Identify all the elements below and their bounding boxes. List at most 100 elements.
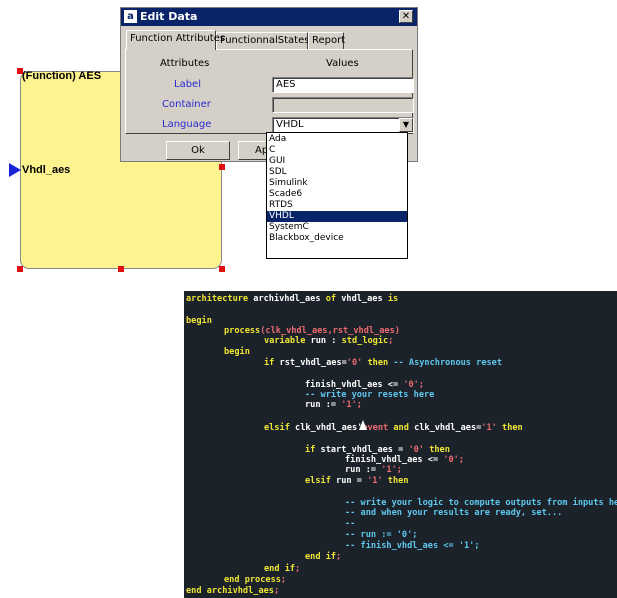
container-value-input[interactable] (272, 97, 414, 113)
code-token: then (362, 358, 389, 368)
code-line: begin (186, 316, 212, 327)
language-row-label: Language (162, 119, 212, 130)
code-token: architecture (186, 294, 249, 304)
code-token: std_logic (341, 336, 389, 346)
resize-handle-bottom-middle[interactable] (118, 266, 124, 272)
language-option[interactable]: GUI (267, 156, 407, 167)
code-token: elsif (264, 423, 290, 433)
code-line: end if; (264, 564, 300, 575)
code-token: rst_vhdl_aes= (274, 358, 347, 368)
chevron-down-icon[interactable]: ▼ (399, 118, 413, 132)
code-token: if (305, 445, 316, 455)
label-row-label: Label (174, 79, 201, 90)
code-token: -- write your resets here (305, 390, 435, 400)
language-select-value: VHDL (276, 119, 304, 130)
resize-handle-bottom-left[interactable] (17, 266, 23, 272)
language-option[interactable]: Ada (267, 134, 407, 145)
code-line: -- finish_vhdl_aes <= '1'; (345, 541, 480, 552)
code-token: '1' (481, 423, 497, 433)
app-icon: a (124, 10, 137, 23)
code-token: and (388, 423, 409, 433)
code-token: end (186, 586, 202, 596)
code-token: end process (224, 575, 281, 585)
code-token: ; (418, 380, 425, 390)
code-token: ; (356, 400, 362, 410)
code-token: begin (224, 347, 250, 357)
code-token: -- Asynchronous reset (388, 358, 503, 368)
code-token: '0' (443, 455, 459, 465)
code-line: if rst_vhdl_aes='0' then -- Asynchronous… (264, 358, 502, 369)
code-token: run := (305, 400, 342, 410)
code-token: finish_vhdl_aes <= (345, 455, 444, 465)
code-token: then (496, 423, 523, 433)
code-token: -- finish_vhdl_aes <= '1'; (345, 541, 480, 551)
code-line: elsif clk_vhdl_aes'event and clk_vhdl_ae… (264, 423, 523, 434)
close-button[interactable]: ✕ (399, 10, 413, 23)
input-port-arrow-icon[interactable] (9, 163, 21, 177)
code-line: end if; (305, 552, 341, 563)
language-option[interactable]: C (267, 145, 407, 156)
code-token: is (387, 294, 399, 304)
code-token: ; (388, 336, 394, 346)
code-token: '1' (341, 400, 357, 410)
function-block-title: (Function) AES (22, 70, 102, 82)
code-token: -- (345, 519, 356, 529)
code-token: archivhdl_aes (248, 294, 326, 304)
port-label: Vhdl_aes (22, 164, 71, 176)
tab-report[interactable]: Report (308, 32, 345, 49)
code-line: -- run := '0'; (345, 530, 417, 541)
code-line: run := '1'; (345, 465, 402, 476)
code-token: '1' (367, 476, 383, 486)
code-token: run : (305, 336, 342, 346)
dialog-titlebar[interactable]: a Edit Data ✕ (121, 8, 417, 26)
code-token: end if (264, 564, 296, 574)
code-token: ; (273, 586, 280, 596)
code-token: '0' (346, 358, 363, 368)
language-option[interactable]: SystemC (267, 222, 407, 233)
code-token: start_vhdl_aes = (315, 445, 409, 455)
code-token: clk_vhdl_aes' (289, 423, 363, 433)
language-option-selected[interactable]: VHDL (267, 211, 407, 222)
code-line: -- (345, 519, 355, 530)
code-token: '0' (403, 380, 419, 390)
container-row-label: Container (162, 99, 211, 110)
resize-handle-middle-right[interactable] (219, 164, 225, 170)
code-token: then (382, 476, 409, 486)
code-line: begin (224, 347, 250, 358)
ok-button[interactable]: Ok (166, 141, 230, 160)
code-token: run := (345, 465, 382, 475)
language-option[interactable]: SDL (267, 167, 407, 178)
code-token: ; (280, 575, 287, 585)
code-token: ; (458, 455, 465, 465)
apply-button[interactable]: Ap (238, 141, 268, 160)
code-token: ; (336, 552, 342, 562)
language-option[interactable]: RTDS (267, 200, 407, 211)
code-token: '0' (408, 445, 425, 455)
values-column-header: Values (326, 58, 359, 69)
code-token: elsif (305, 476, 331, 486)
code-line: run := '1'; (305, 400, 362, 411)
code-token: variable (264, 336, 306, 346)
code-token: of (325, 294, 337, 304)
language-option[interactable]: Scade6 (267, 189, 407, 200)
language-select[interactable]: VHDL ▼ (272, 117, 414, 133)
code-token: end if (305, 552, 337, 562)
code-line: -- and when your results are ready, set.… (345, 508, 562, 519)
attributes-panel: Attributes Values Label AES Container La… (125, 49, 414, 134)
code-token: then (424, 445, 450, 455)
code-token: -- and when your results are ready, set.… (345, 508, 563, 518)
language-dropdown-list: Ada C GUI SDL Simulink Scade6 RTDS VHDL … (266, 132, 408, 259)
code-token: ; (396, 465, 402, 475)
code-token: vhdl_aes (336, 294, 388, 304)
code-token: begin (186, 316, 212, 326)
language-option[interactable]: Simulink (267, 178, 407, 189)
dialog-title: Edit Data (140, 10, 198, 23)
code-line: architecture archivhdl_aes of vhdl_aes i… (186, 294, 398, 305)
code-editor[interactable]: architecture archivhdl_aes of vhdl_aes i… (184, 291, 617, 598)
language-option[interactable]: Blackbox_device (267, 233, 407, 244)
tab-functionnal-states[interactable]: FunctionnalStates (216, 32, 309, 49)
label-value-input[interactable]: AES (272, 77, 414, 93)
tab-function-attributes[interactable]: Function Attributes (126, 30, 225, 50)
code-token: -- run := '0'; (345, 530, 418, 540)
resize-handle-bottom-right[interactable] (219, 266, 225, 272)
